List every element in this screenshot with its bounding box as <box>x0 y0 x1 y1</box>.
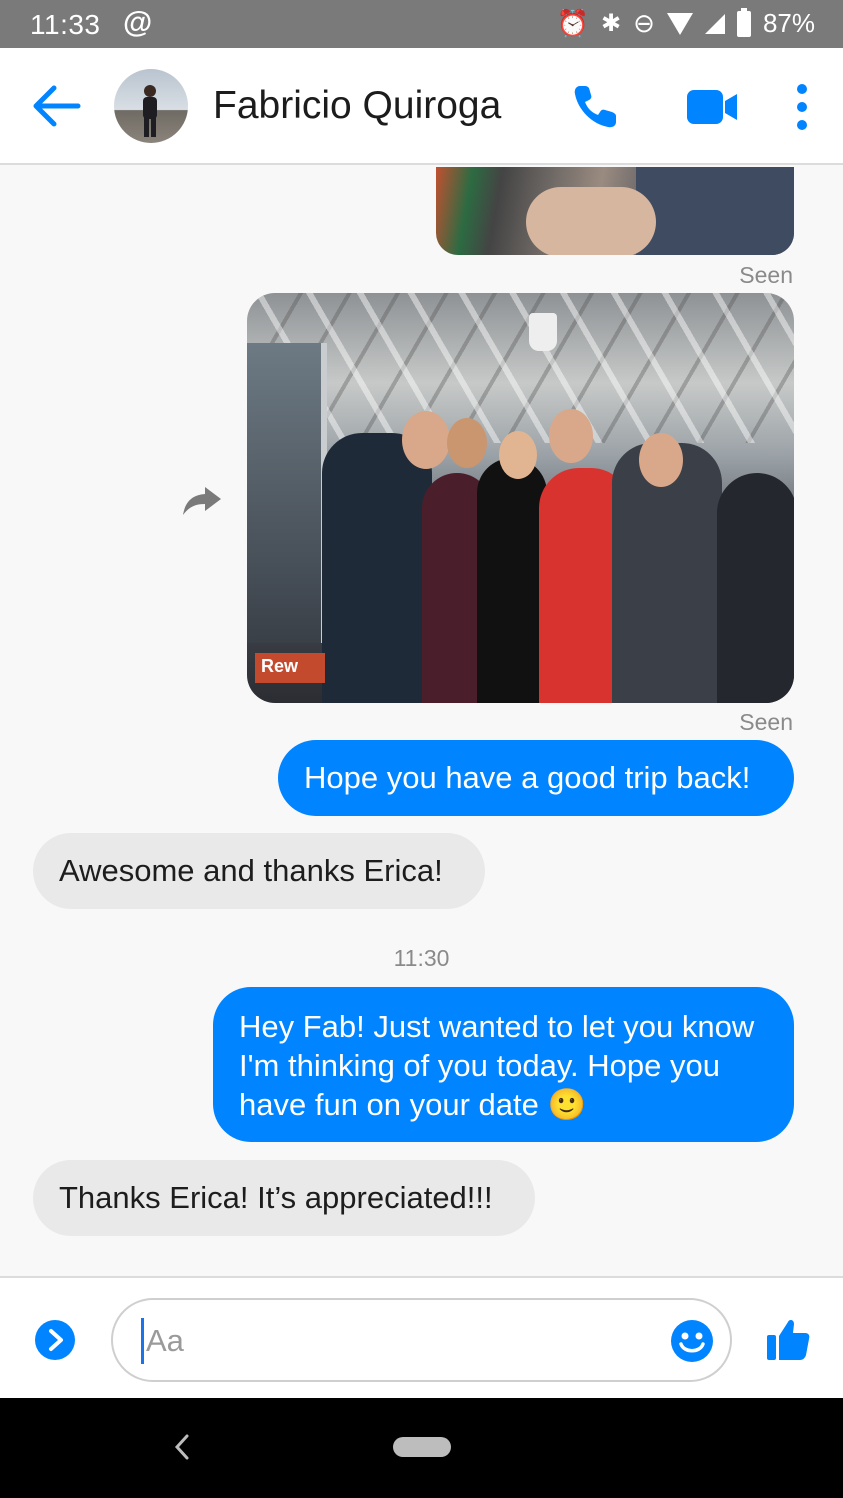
contact-name: Fabricio Quiroga <box>213 84 502 127</box>
sent-photo-partial[interactable] <box>436 167 794 255</box>
seen-indicator: Seen <box>739 709 793 735</box>
sent-message[interactable]: Hey Fab! Just wanted to let you know I'm… <box>213 987 794 1142</box>
message-text: Awesome and thanks Erica! <box>59 853 443 888</box>
nav-back-icon[interactable] <box>170 1432 194 1462</box>
seen-indicator: Seen <box>739 262 793 288</box>
message-input-wrapper <box>111 1298 732 1382</box>
thumbs-up-icon[interactable] <box>765 1316 811 1362</box>
message-text: Hope you have a good trip back! <box>304 760 751 795</box>
received-message[interactable]: Thanks Erica! It’s appreciated!!! <box>33 1160 535 1236</box>
status-bar: 11:33 @ ⏰ ✱ ⊖ 87% <box>0 0 843 48</box>
bluetooth-icon: ✱ <box>601 10 622 37</box>
emoji-icon[interactable] <box>670 1319 714 1363</box>
signal-icon <box>704 13 725 34</box>
do-not-disturb-icon: ⊖ <box>633 8 655 38</box>
message-input[interactable] <box>141 1318 641 1364</box>
message-timestamp: 11:30 <box>393 945 450 971</box>
battery-percent: 87% <box>762 8 815 38</box>
wifi-icon <box>666 12 693 35</box>
battery-icon <box>736 7 751 37</box>
more-options-icon[interactable] <box>792 83 812 131</box>
back-arrow-icon[interactable] <box>30 84 82 128</box>
phone-call-icon[interactable] <box>570 82 620 132</box>
avatar[interactable] <box>114 69 188 143</box>
nav-home-pill[interactable] <box>393 1437 451 1457</box>
message-composer <box>0 1276 843 1398</box>
video-call-icon[interactable] <box>685 88 739 126</box>
expand-actions-icon[interactable] <box>34 1319 76 1361</box>
conversation-header: Fabricio Quiroga <box>0 48 843 165</box>
received-message[interactable]: Awesome and thanks Erica! <box>33 833 485 909</box>
message-text: Thanks Erica! It’s appreciated!!! <box>59 1180 493 1215</box>
system-navigation-bar <box>0 1398 843 1498</box>
status-icons: ⏰ ✱ ⊖ 87% <box>556 7 815 39</box>
message-text: Hey Fab! Just wanted to let you know I'm… <box>239 1009 755 1122</box>
message-list[interactable]: Seen Rew Seen Hope you have a good trip … <box>0 167 843 1276</box>
photo-sign: Rew <box>255 653 325 683</box>
status-time: 11:33 <box>30 9 101 40</box>
share-forward-icon[interactable] <box>181 485 223 517</box>
sent-message[interactable]: Hope you have a good trip back! <box>278 740 794 816</box>
at-sign-icon: @ <box>123 6 153 39</box>
alarm-icon: ⏰ <box>556 8 590 38</box>
sent-photo-group[interactable]: Rew <box>247 293 794 703</box>
